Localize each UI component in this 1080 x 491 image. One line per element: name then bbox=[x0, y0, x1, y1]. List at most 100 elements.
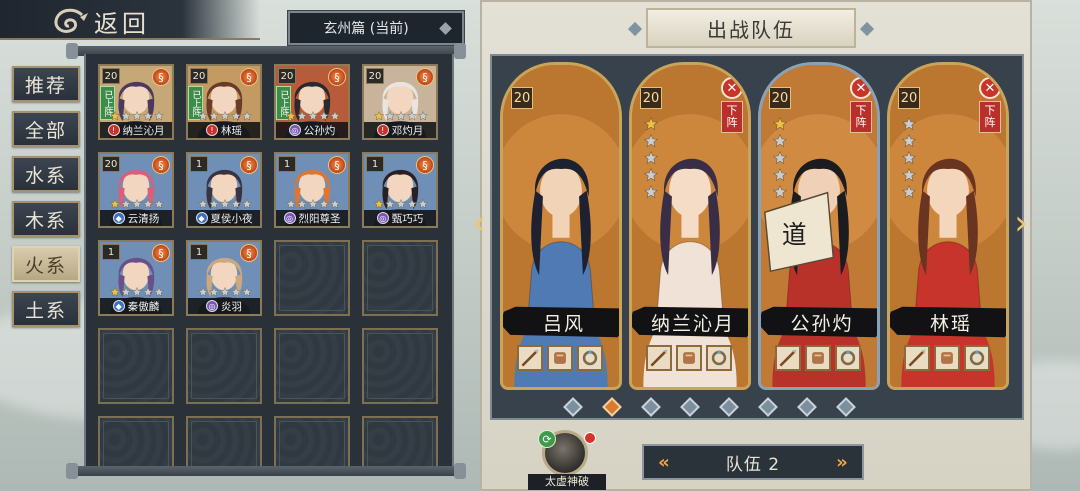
equipment-slot[interactable] bbox=[517, 345, 543, 371]
empty-hero-slot[interactable] bbox=[274, 416, 350, 468]
equipment-slot[interactable] bbox=[805, 345, 831, 371]
page-dot[interactable] bbox=[563, 397, 583, 417]
hero-card[interactable]: 20 § 已上阵 ◎ 公孙灼 bbox=[274, 64, 350, 140]
hero-card[interactable]: 20 § ◆ 云清扬 bbox=[98, 152, 174, 228]
faction-icon: ◆ bbox=[112, 212, 125, 224]
notification-badge bbox=[584, 432, 596, 444]
star-filled-icon bbox=[374, 199, 384, 209]
equipment-slot[interactable] bbox=[547, 345, 573, 371]
tab-wood[interactable]: 木系 bbox=[12, 201, 80, 237]
faction-icon: ◎ bbox=[376, 212, 389, 224]
prev-team-chevron-icon[interactable]: « bbox=[652, 450, 676, 474]
remove-label[interactable]: 下阵 bbox=[979, 101, 1001, 133]
empty-hero-slot[interactable] bbox=[186, 328, 262, 404]
equipment-slot[interactable] bbox=[934, 345, 960, 371]
star-empty-icon bbox=[396, 199, 406, 209]
prev-page-arrow-icon[interactable]: ‹ bbox=[468, 206, 490, 242]
hero-level: 1 bbox=[190, 156, 208, 172]
armor-icon bbox=[941, 352, 953, 364]
star-empty-icon bbox=[242, 199, 252, 209]
tab-earth[interactable]: 土系 bbox=[12, 291, 80, 327]
team-panel: 出战队伍 20 吕风 20 ✕ 下阵 纳兰沁月 道 20 ✕ 下阵 公孙灼 20… bbox=[480, 0, 1032, 491]
hero-level: 20 bbox=[640, 87, 662, 109]
panel-title: 出战队伍 bbox=[646, 8, 856, 48]
star-empty-icon bbox=[297, 199, 307, 209]
tab-water[interactable]: 水系 bbox=[12, 156, 80, 192]
tab-fire[interactable]: 火系 bbox=[12, 246, 80, 282]
equipment-row bbox=[646, 345, 732, 371]
hero-card[interactable]: 1 § ◎ 炎羽 bbox=[186, 240, 262, 316]
empty-hero-slot[interactable] bbox=[274, 328, 350, 404]
lineup-hero-card[interactable]: 20 ✕ 下阵 纳兰沁月 bbox=[629, 62, 751, 390]
close-icon[interactable]: ✕ bbox=[979, 77, 1001, 99]
hero-card[interactable]: 1 § ◆ 夏侯小夜 bbox=[186, 152, 262, 228]
page-dot[interactable] bbox=[758, 397, 778, 417]
faction-icon: ! bbox=[206, 124, 218, 136]
empty-hero-slot[interactable] bbox=[362, 416, 438, 468]
tab-all[interactable]: 全部 bbox=[12, 111, 80, 147]
hero-card[interactable]: 20 § 已上阵 ! 纳兰沁月 bbox=[98, 64, 174, 140]
bracelet-icon bbox=[582, 350, 598, 366]
equipment-slot[interactable] bbox=[835, 345, 861, 371]
close-icon[interactable]: ✕ bbox=[850, 77, 872, 99]
star-empty-icon bbox=[644, 168, 658, 182]
team-label: 队伍 2 bbox=[725, 454, 781, 475]
faction-icon: ◎ bbox=[206, 300, 218, 312]
remove-hero: ✕ 下阵 bbox=[720, 77, 744, 133]
equipment-slot[interactable] bbox=[676, 345, 702, 371]
hero-card[interactable]: 1 § ◎ 烈阳尊圣 bbox=[274, 152, 350, 228]
page-dot[interactable] bbox=[680, 397, 700, 417]
hero-card[interactable]: 20 § ! 邓灼月 bbox=[362, 64, 438, 140]
hero-name-plate: 林瑶 bbox=[890, 306, 1006, 338]
hero-name-plate: 纳兰沁月 bbox=[632, 306, 748, 338]
remove-label[interactable]: 下阵 bbox=[721, 101, 743, 133]
back-button[interactable]: 返回 bbox=[52, 4, 150, 39]
star-empty-icon bbox=[385, 111, 395, 121]
refresh-icon[interactable]: ⟳ bbox=[538, 430, 556, 448]
next-team-chevron-icon[interactable]: » bbox=[830, 450, 854, 474]
hero-roster[interactable]: 20 § 已上阵 ! 纳兰沁月 20 § 已上阵 ! 林瑶 20 § 已上阵 ◎… bbox=[84, 54, 454, 468]
empty-hero-slot[interactable] bbox=[98, 328, 174, 404]
star-empty-icon bbox=[773, 134, 787, 148]
empty-hero-slot[interactable] bbox=[362, 240, 438, 316]
hero-stars bbox=[286, 199, 340, 209]
page-dot[interactable] bbox=[797, 397, 817, 417]
page-dot[interactable] bbox=[836, 397, 856, 417]
hero-name: 秦傲麟 bbox=[127, 300, 160, 313]
lineup-hero-card[interactable]: 20 吕风 bbox=[500, 62, 622, 390]
empty-hero-slot[interactable] bbox=[362, 328, 438, 404]
star-empty-icon bbox=[198, 199, 208, 209]
hero-name: 甄巧巧 bbox=[391, 212, 424, 225]
hero-card[interactable]: 1 § ◎ 甄巧巧 bbox=[362, 152, 438, 228]
skill-button[interactable]: ⟳ 太虚神破 bbox=[528, 430, 606, 491]
lineup-hero-card[interactable]: 道 20 ✕ 下阵 公孙灼 bbox=[758, 62, 880, 390]
close-icon[interactable]: ✕ bbox=[721, 77, 743, 99]
hero-stars bbox=[110, 111, 164, 121]
equipment-slot[interactable] bbox=[646, 345, 672, 371]
empty-hero-slot[interactable] bbox=[186, 416, 262, 468]
hero-level: 20 bbox=[511, 87, 533, 109]
equipment-slot[interactable] bbox=[577, 345, 603, 371]
empty-hero-slot[interactable] bbox=[98, 416, 174, 468]
equipment-slot[interactable] bbox=[964, 345, 990, 371]
tab-recommended[interactable]: 推荐 bbox=[12, 66, 80, 102]
hero-name: 炎羽 bbox=[221, 300, 242, 313]
hero-card[interactable]: 20 § 已上阵 ! 林瑶 bbox=[186, 64, 262, 140]
star-empty-icon bbox=[773, 168, 787, 182]
hero-level: 20 bbox=[102, 68, 120, 84]
empty-hero-slot[interactable] bbox=[274, 240, 350, 316]
lineup-hero-card[interactable]: 20 ✕ 下阵 林瑶 bbox=[887, 62, 1009, 390]
equipment-slot[interactable] bbox=[904, 345, 930, 371]
equipment-slot[interactable] bbox=[775, 345, 801, 371]
page-dot[interactable] bbox=[719, 397, 739, 417]
chapter-selector[interactable]: 玄州篇 (当前) bbox=[287, 10, 465, 46]
remove-label[interactable]: 下阵 bbox=[850, 101, 872, 133]
bracelet-icon bbox=[711, 350, 727, 366]
star-empty-icon bbox=[231, 111, 241, 121]
page-dot[interactable] bbox=[641, 397, 661, 417]
hero-card[interactable]: 1 § ◆ 秦傲麟 bbox=[98, 240, 174, 316]
page-dot[interactable] bbox=[602, 397, 622, 417]
equipment-slot[interactable] bbox=[706, 345, 732, 371]
star-empty-icon bbox=[308, 199, 318, 209]
next-page-arrow-icon[interactable]: › bbox=[1010, 206, 1032, 242]
